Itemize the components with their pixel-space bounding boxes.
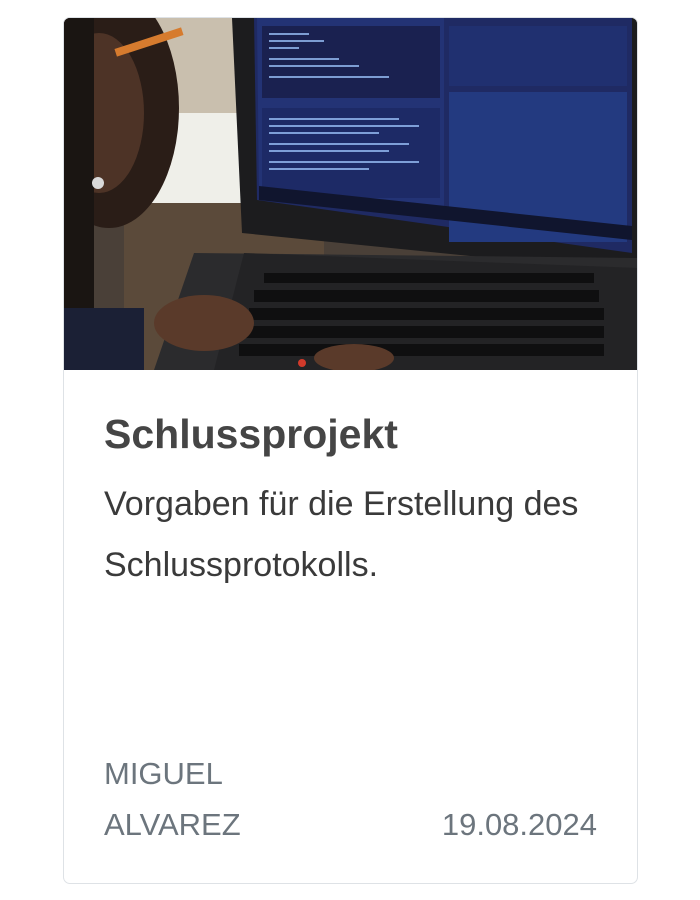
card-title[interactable]: Schlussprojekt — [104, 410, 398, 458]
laptop-photo — [64, 18, 637, 370]
card-description: Vorgaben für die Erstellung des Schlussp… — [104, 485, 579, 584]
listing-card[interactable]: Schlussprojekt Vorgaben für die Erstellu… — [63, 17, 638, 884]
card-date: 19.08.2024 — [441, 807, 597, 842]
card-body: Schlussprojekt Vorgaben für die Erstellu… — [104, 370, 597, 883]
card-footer: MIGUEL ALVAREZ 19.08.2024 — [104, 748, 597, 858]
card-author: MIGUEL ALVAREZ — [104, 756, 241, 842]
card-thumbnail[interactable] — [64, 18, 637, 370]
